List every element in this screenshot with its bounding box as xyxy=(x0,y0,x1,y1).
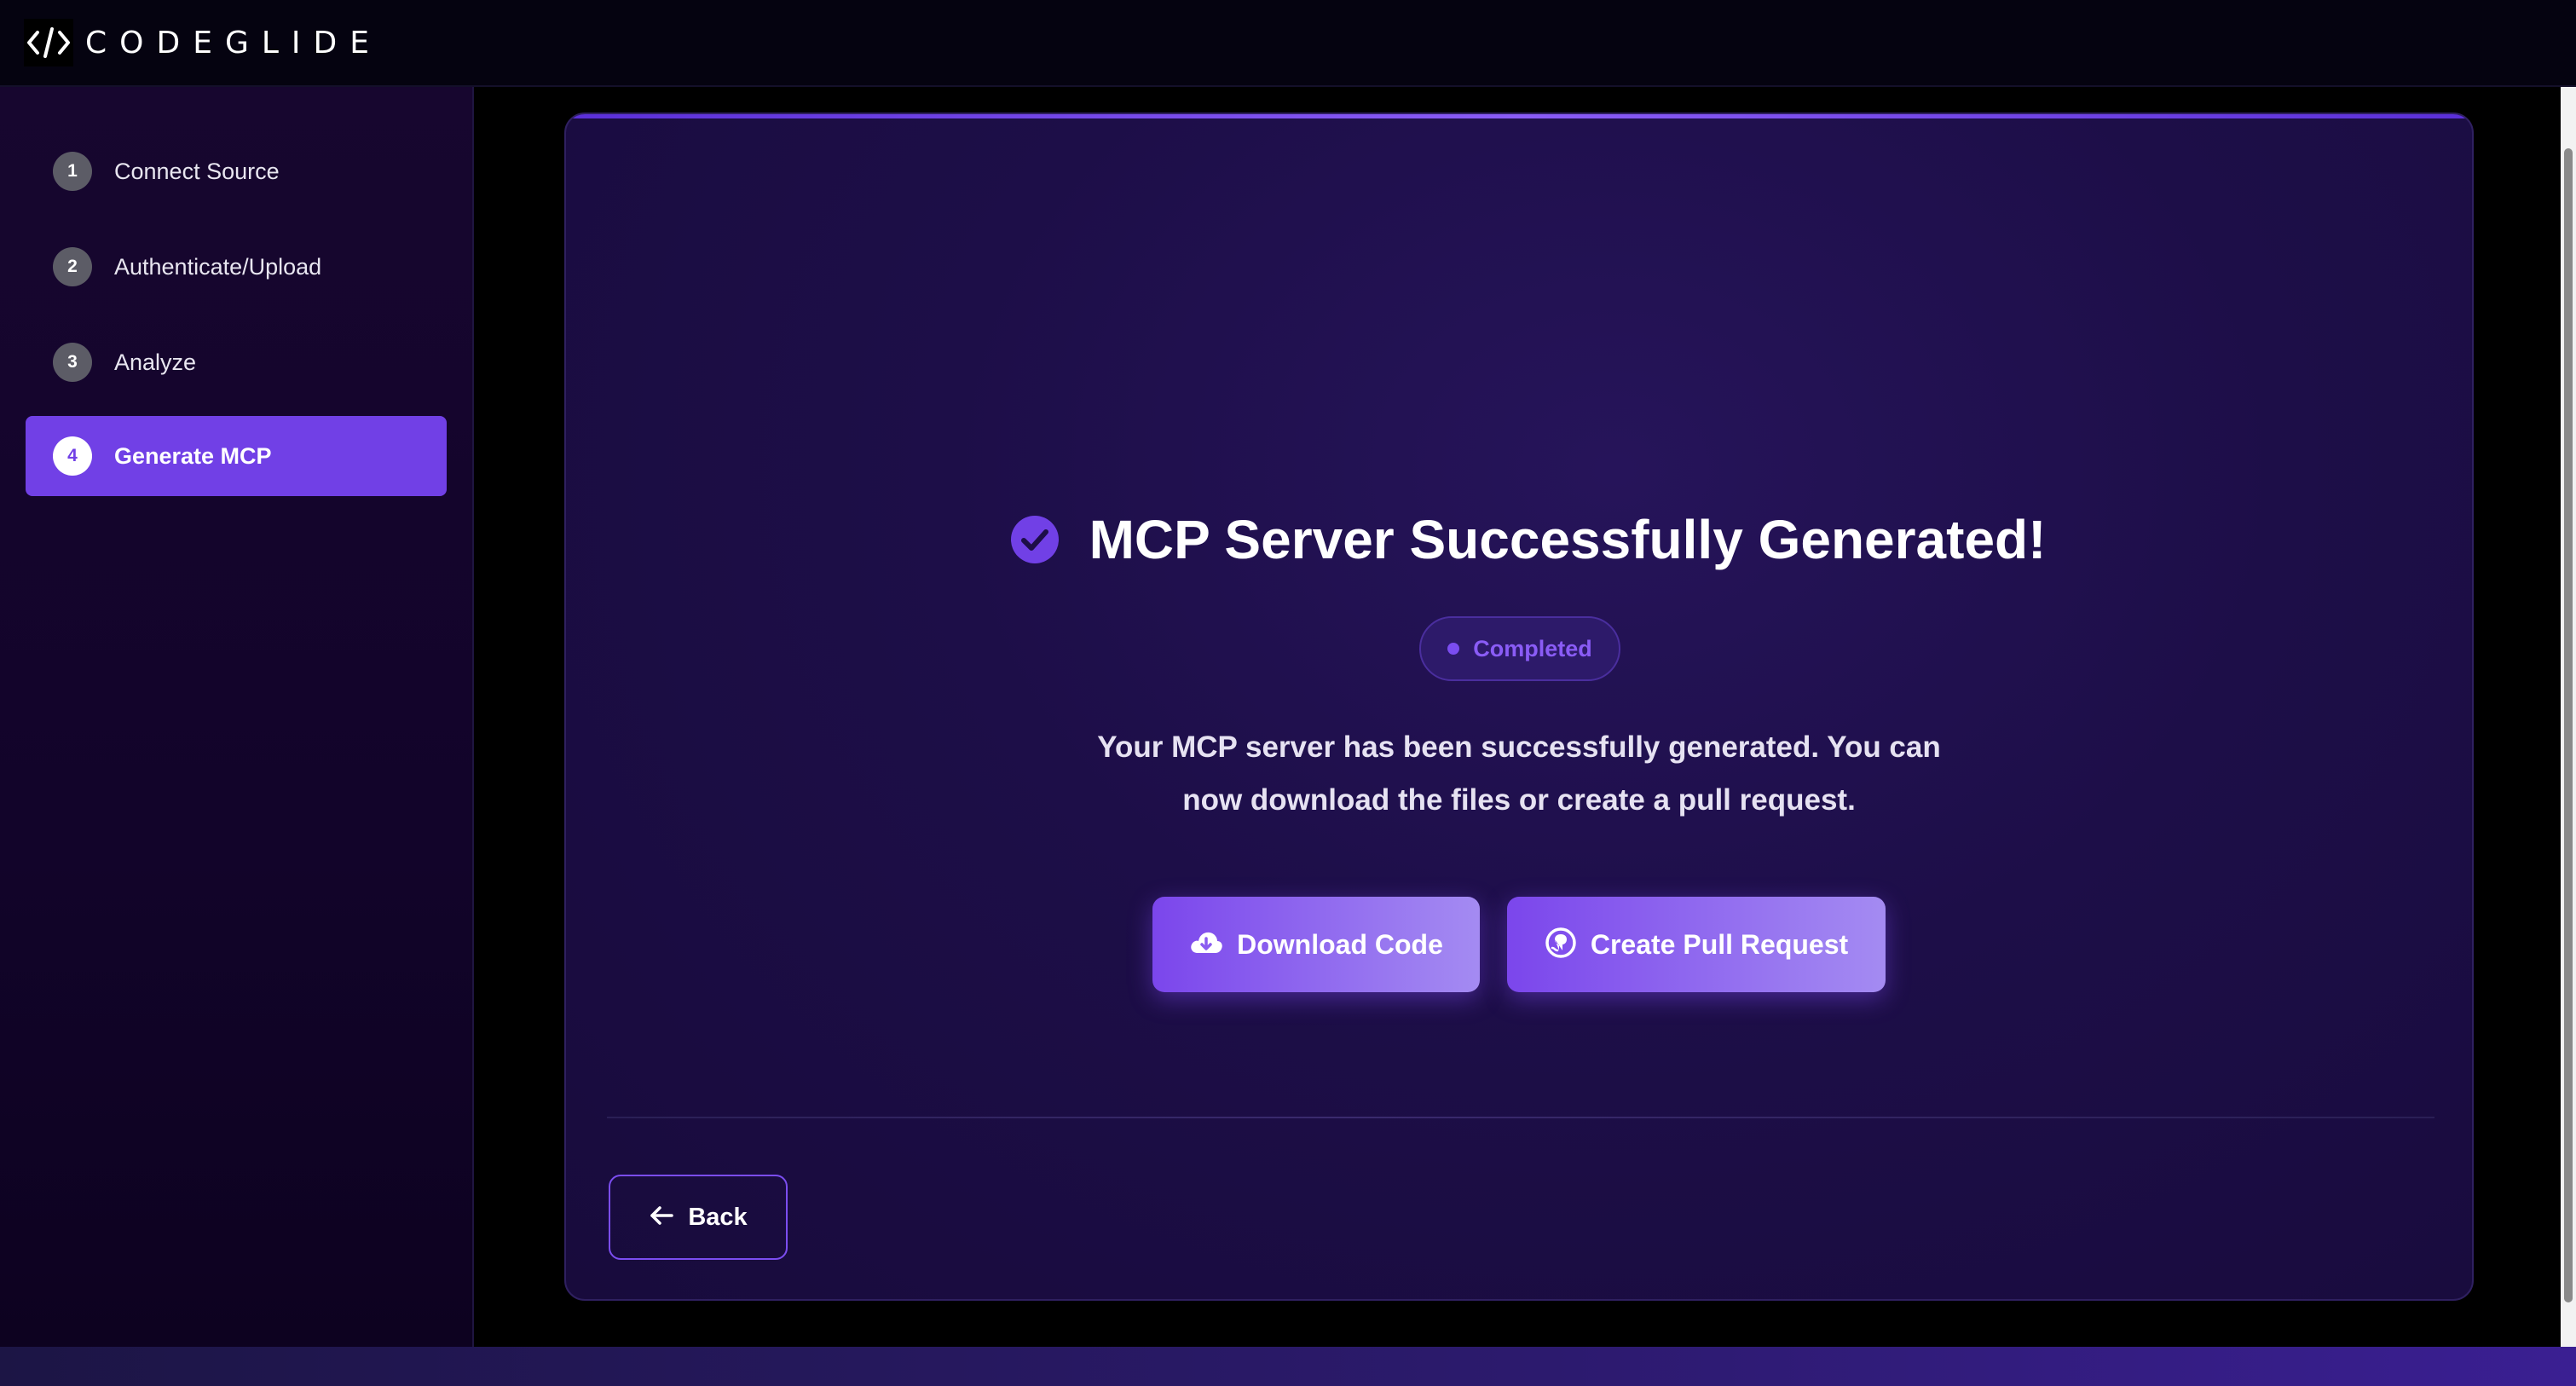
github-icon xyxy=(1545,927,1577,963)
scrollbar[interactable] xyxy=(2561,87,2576,1347)
step-generate-mcp[interactable]: 4 Generate MCP xyxy=(26,416,447,496)
step-number: 2 xyxy=(53,247,92,286)
divider xyxy=(607,1117,2434,1118)
result-card: MCP Server Successfully Generated! Compl… xyxy=(564,113,2474,1301)
step-number: 3 xyxy=(53,343,92,382)
step-number: 1 xyxy=(53,152,92,191)
card-accent-line xyxy=(566,114,2472,118)
step-label: Authenticate/Upload xyxy=(114,253,322,280)
check-circle-icon xyxy=(1009,514,1060,565)
sidebar: 1 Connect Source 2 Authenticate/Upload 3… xyxy=(0,87,474,1347)
logo[interactable]: CODEGLIDE xyxy=(24,19,382,66)
status-badge-label: Completed xyxy=(1473,635,1592,661)
step-number: 4 xyxy=(53,436,92,476)
back-label: Back xyxy=(688,1203,748,1231)
top-header: CODEGLIDE xyxy=(0,0,2576,87)
status-dot xyxy=(1447,643,1460,655)
heading-row: MCP Server Successfully Generated! xyxy=(566,508,2472,571)
step-label: Connect Source xyxy=(114,158,280,184)
step-label: Generate MCP xyxy=(114,442,272,469)
description-text: Your MCP server has been successfully ge… xyxy=(1097,731,1941,817)
create-pull-request-label: Create Pull Request xyxy=(1590,928,1849,960)
step-authenticate-upload[interactable]: 2 Authenticate/Upload xyxy=(26,227,447,307)
step-analyze[interactable]: 3 Analyze xyxy=(26,322,447,402)
description: Your MCP server has been successfully ge… xyxy=(566,721,2472,827)
download-code-label: Download Code xyxy=(1237,928,1443,960)
arrow-left-icon xyxy=(649,1204,674,1231)
bottom-bar xyxy=(0,1347,2576,1386)
status-badge: Completed xyxy=(1419,616,1620,681)
code-brackets-icon xyxy=(24,19,73,66)
back-button[interactable]: Back xyxy=(609,1175,788,1260)
create-pull-request-button[interactable]: Create Pull Request xyxy=(1507,897,1886,992)
step-label: Analyze xyxy=(114,349,197,375)
action-buttons: Download Code Create Pull Request xyxy=(566,897,2472,992)
download-code-button[interactable]: Download Code xyxy=(1152,897,1480,992)
cloud-download-icon xyxy=(1189,930,1223,960)
step-connect-source[interactable]: 1 Connect Source xyxy=(26,131,447,211)
scrollbar-thumb[interactable] xyxy=(2564,148,2573,1302)
page-title: MCP Server Successfully Generated! xyxy=(1089,509,2047,570)
logo-text: CODEGLIDE xyxy=(85,25,382,61)
